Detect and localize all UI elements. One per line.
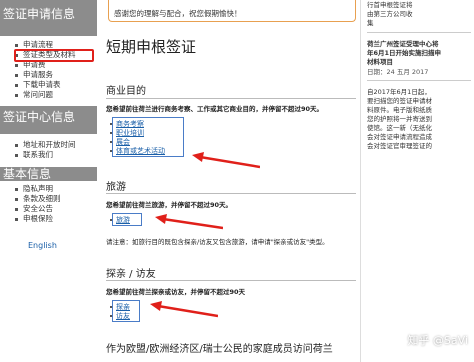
basic-info-menu: 隐私声明 条款及细则 安全公告 申根保险 bbox=[0, 184, 61, 224]
news-body-line: 您的护照将一并寄送到 bbox=[367, 115, 432, 123]
section-divider bbox=[106, 280, 356, 281]
sidebar-item-address[interactable]: 地址和开放时间 bbox=[0, 140, 76, 150]
center-info-heading: 签证中心信息 bbox=[0, 106, 97, 134]
family-links-box bbox=[112, 300, 140, 322]
section-title-business: 商业目的 bbox=[106, 86, 146, 97]
news-title-line[interactable]: 年6月1日开始实施扫描申 bbox=[367, 49, 474, 58]
news-body-line: 料原件。电子版和纸质 bbox=[367, 106, 432, 114]
news-column: 行首申根签证将 由第三方公司收 集 荷兰广州签证受理中心将 年6月1日开始实施扫… bbox=[360, 0, 474, 362]
news-date: 日期：24 五月 2017 bbox=[367, 68, 429, 76]
visa-info-heading: 签证申请信息 bbox=[0, 0, 97, 36]
section-divider bbox=[106, 193, 356, 194]
news-text-line: 行首申根签证将 bbox=[367, 1, 413, 9]
arrow-icon bbox=[192, 152, 260, 169]
sidebar-item-faq[interactable]: 常问问题 bbox=[0, 90, 76, 100]
news-body-line: 使馆。这一新（无纸化 bbox=[367, 124, 432, 132]
watermark: 知乎 @SaVi bbox=[407, 334, 468, 347]
sidebar-item-security[interactable]: 安全公告 bbox=[0, 204, 61, 214]
arrow-icon bbox=[155, 214, 223, 230]
section-desc-business: 您希望前往荷兰进行商务考察、工作或其它商业目的，并停留不超过90天。 bbox=[106, 105, 324, 113]
tourism-note: 请注意：如旅行目的既包含探亲/访友又包含旅游，请申请"探亲或访友"类型。 bbox=[106, 238, 329, 246]
sidebar-item-terms[interactable]: 条款及细则 bbox=[0, 194, 61, 204]
main-content: 感谢您的理解与配合，祝您假期愉快！ 短期申根签证 商业目的 您希望前往荷兰进行商… bbox=[98, 0, 360, 362]
sidebar: 签证申请信息 申请流程 签证类型及材料 申请费 申请服务 下载申请表 常问问题 … bbox=[0, 0, 98, 362]
tourism-links-box bbox=[112, 213, 142, 226]
section-title-tourism: 旅游 bbox=[106, 182, 126, 193]
sidebar-item-insurance[interactable]: 申根保险 bbox=[0, 214, 61, 224]
news-divider bbox=[367, 80, 471, 81]
news-title-line[interactable]: 材料项目 bbox=[367, 58, 474, 67]
sidebar-item-contact[interactable]: 联系我们 bbox=[0, 150, 76, 160]
news-body-line: 自2017年6月1日起， bbox=[367, 88, 431, 96]
highlight-box bbox=[14, 49, 94, 62]
language-link-english[interactable]: English bbox=[28, 241, 57, 250]
news-divider bbox=[367, 32, 471, 33]
news-text-line: 集 bbox=[367, 19, 374, 27]
sidebar-item-download-forms[interactable]: 下载申请表 bbox=[0, 80, 76, 90]
section-title-eu-family: 作为欧盟/欧洲经济区/瑞士公民的家庭成员访问荷兰 bbox=[106, 344, 333, 355]
section-title-family-visit: 探亲 / 访友 bbox=[106, 269, 156, 280]
news-title-line[interactable]: 荷兰广州签证受理中心将 bbox=[367, 40, 474, 49]
center-info-menu: 地址和开放时间 联系我们 bbox=[0, 140, 76, 160]
basic-info-heading: 基本信息 bbox=[0, 167, 97, 181]
notice-text: 感谢您的理解与配合，祝您假期愉快！ bbox=[114, 9, 242, 18]
arrow-icon bbox=[150, 301, 218, 318]
section-divider bbox=[106, 98, 356, 99]
business-links-box bbox=[112, 117, 184, 157]
news-body-line: 会对签证申请流程造成 bbox=[367, 133, 432, 141]
section-desc-family-visit: 您希望前往荷兰探亲或访友，并停留不超过90天 bbox=[106, 288, 246, 296]
news-body-line: 会对签证官审理签证的 bbox=[367, 142, 432, 150]
news-body-line: 要扫描您的签证申请材 bbox=[367, 97, 432, 105]
page-title: 短期申根签证 bbox=[106, 38, 197, 56]
sidebar-item-privacy[interactable]: 隐私声明 bbox=[0, 184, 61, 194]
sidebar-item-services[interactable]: 申请服务 bbox=[0, 70, 76, 80]
section-desc-tourism: 您希望前往荷兰旅游，并停留不超过90天。 bbox=[106, 201, 233, 209]
news-text-line: 由第三方公司收 bbox=[367, 10, 413, 18]
